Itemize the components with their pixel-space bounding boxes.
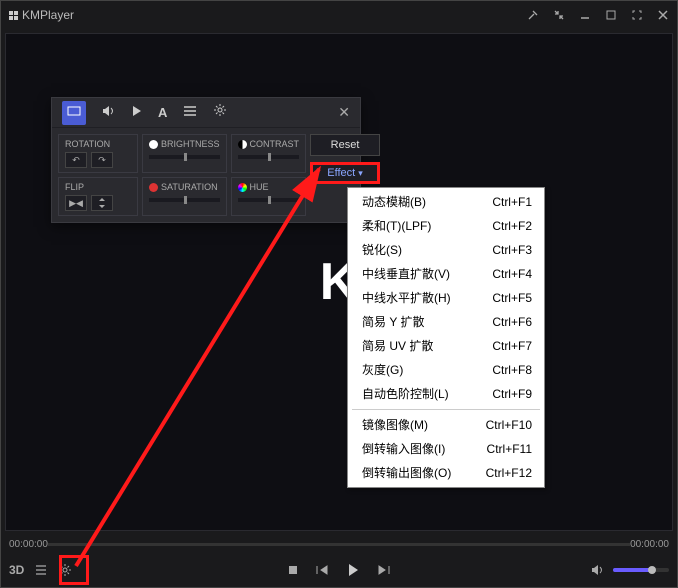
- effect-context-menu: 动态模糊(B) Ctrl+F1 柔和(T)(LPF) Ctrl+F2 锐化(S) Ctrl…: [347, 187, 545, 488]
- saturation-slider[interactable]: [149, 198, 220, 202]
- maximize-icon[interactable]: [605, 9, 617, 21]
- hue-label: HUE: [250, 182, 269, 192]
- panel-body: ROTATION ↶ ↷ BRIGHTNESS CONTRAST Reset E…: [52, 128, 360, 222]
- menu-item[interactable]: 锐化(S) Ctrl+F3: [348, 238, 544, 262]
- tab-screen-icon[interactable]: [62, 101, 86, 125]
- menu-item-shortcut: Ctrl+F9: [492, 385, 532, 403]
- three-d-button[interactable]: 3D: [9, 563, 24, 577]
- menu-item[interactable]: 中线水平扩散(H) Ctrl+F5: [348, 286, 544, 310]
- saturation-box: SATURATION: [142, 177, 227, 216]
- contrast-slider[interactable]: [238, 155, 300, 159]
- brightness-slider[interactable]: [149, 155, 220, 159]
- tab-subtitle-icon[interactable]: A: [158, 105, 167, 120]
- fullscreen-icon[interactable]: [631, 9, 643, 21]
- menu-item-label: 倒转输入图像(I): [362, 440, 445, 458]
- compact-icon[interactable]: [553, 9, 565, 21]
- gear-icon[interactable]: [58, 563, 72, 577]
- menu-item[interactable]: 柔和(T)(LPF) Ctrl+F2: [348, 214, 544, 238]
- menu-item-label: 锐化(S): [362, 241, 402, 259]
- hue-slider[interactable]: [238, 198, 300, 202]
- menu-item[interactable]: 镜像图像(M) Ctrl+F10: [348, 413, 544, 437]
- tab-list-icon[interactable]: [183, 104, 197, 122]
- menu-item-shortcut: Ctrl+F12: [486, 464, 532, 482]
- flip-h-button[interactable]: ▶◀: [65, 195, 87, 211]
- menu-item-label: 中线水平扩散(H): [362, 289, 451, 307]
- bottom-right-group: [591, 564, 669, 576]
- menu-item-shortcut: Ctrl+F7: [492, 337, 532, 355]
- menu-item-label: 自动色阶控制(L): [362, 385, 449, 403]
- menu-item[interactable]: 简易 Y 扩散 Ctrl+F6: [348, 310, 544, 334]
- tab-audio-icon[interactable]: [102, 104, 116, 122]
- menu-item[interactable]: 动态模糊(B) Ctrl+F1: [348, 190, 544, 214]
- seek-bar[interactable]: [48, 543, 630, 546]
- minimize-icon[interactable]: [579, 9, 591, 21]
- volume-slider[interactable]: [613, 568, 669, 572]
- tab-settings-icon[interactable]: [213, 103, 227, 122]
- play-button[interactable]: [345, 562, 361, 578]
- rotation-label: ROTATION: [65, 139, 131, 149]
- prev-button[interactable]: [315, 564, 329, 576]
- menu-item[interactable]: 灰度(G) Ctrl+F8: [348, 358, 544, 382]
- close-icon[interactable]: [657, 9, 669, 21]
- flip-box: FLIP ▶◀: [58, 177, 138, 216]
- menu-item-label: 灰度(G): [362, 361, 403, 379]
- elapsed-time: 00:00:00: [9, 539, 48, 550]
- video-effects-panel: A ✕ ROTATION ↶ ↷ BRIGHTNESS CONTRAST: [51, 97, 361, 223]
- menu-item-shortcut: Ctrl+F3: [492, 241, 532, 259]
- menu-item-shortcut: Ctrl+F2: [492, 217, 532, 235]
- flip-v-button[interactable]: [91, 195, 113, 211]
- app-title: KMPlayer: [22, 8, 74, 22]
- window-controls: [527, 9, 669, 21]
- rotation-box: ROTATION ↶ ↷: [58, 134, 138, 173]
- playlist-icon[interactable]: [34, 563, 48, 577]
- logo-icon: [9, 11, 18, 20]
- brightness-box: BRIGHTNESS: [142, 134, 227, 173]
- menu-item-label: 动态模糊(B): [362, 193, 426, 211]
- menu-item-label: 镜像图像(M): [362, 416, 428, 434]
- menu-item-shortcut: Ctrl+F10: [486, 416, 532, 434]
- saturation-label: SATURATION: [161, 182, 218, 192]
- contrast-box: CONTRAST: [231, 134, 307, 173]
- tab-play-icon[interactable]: [132, 104, 142, 122]
- kmplayer-window: KMPlayer K 00:00:00 00:00:00 3D: [0, 0, 678, 588]
- reset-button[interactable]: Reset: [310, 134, 380, 156]
- rotate-cw-button[interactable]: ↷: [91, 152, 113, 168]
- next-button[interactable]: [377, 564, 391, 576]
- menu-item-label: 中线垂直扩散(V): [362, 265, 450, 283]
- effect-button[interactable]: Effect ▾: [310, 162, 380, 184]
- seek-row: 00:00:00 00:00:00: [1, 535, 677, 553]
- menu-item-shortcut: Ctrl+F6: [492, 313, 532, 331]
- hue-box: HUE: [231, 177, 307, 216]
- menu-item-shortcut: Ctrl+F11: [487, 440, 532, 458]
- contrast-label: CONTRAST: [250, 139, 300, 149]
- menu-item-label: 柔和(T)(LPF): [362, 217, 431, 235]
- menu-item[interactable]: 倒转输出图像(O) Ctrl+F12: [348, 461, 544, 485]
- rotate-ccw-button[interactable]: ↶: [65, 152, 87, 168]
- menu-item-label: 简易 UV 扩散: [362, 337, 433, 355]
- titlebar: KMPlayer: [1, 1, 677, 29]
- menu-item[interactable]: 简易 UV 扩散 Ctrl+F7: [348, 334, 544, 358]
- brightness-label: BRIGHTNESS: [161, 139, 220, 149]
- flip-label: FLIP: [65, 182, 131, 192]
- menu-item-shortcut: Ctrl+F4: [492, 265, 532, 283]
- bottom-bar: 3D: [1, 553, 677, 587]
- volume-icon[interactable]: [591, 564, 605, 576]
- bottom-left-group: 3D: [9, 563, 72, 577]
- menu-item-shortcut: Ctrl+F8: [492, 361, 532, 379]
- app-logo: KMPlayer: [9, 8, 74, 22]
- menu-item[interactable]: 倒转输入图像(I) Ctrl+F11: [348, 437, 544, 461]
- menu-separator: [352, 409, 540, 410]
- pin-icon[interactable]: [527, 9, 539, 21]
- menu-item-shortcut: Ctrl+F5: [492, 289, 532, 307]
- stop-button[interactable]: [287, 564, 299, 576]
- panel-close-button[interactable]: ✕: [338, 104, 350, 121]
- playback-controls: [287, 562, 391, 578]
- menu-item-label: 简易 Y 扩散: [362, 313, 424, 331]
- total-time: 00:00:00: [630, 539, 669, 550]
- menu-item-label: 倒转输出图像(O): [362, 464, 451, 482]
- menu-item[interactable]: 自动色阶控制(L) Ctrl+F9: [348, 382, 544, 406]
- menu-item[interactable]: 中线垂直扩散(V) Ctrl+F4: [348, 262, 544, 286]
- menu-item-shortcut: Ctrl+F1: [492, 193, 532, 211]
- panel-tabs: A ✕: [52, 98, 360, 128]
